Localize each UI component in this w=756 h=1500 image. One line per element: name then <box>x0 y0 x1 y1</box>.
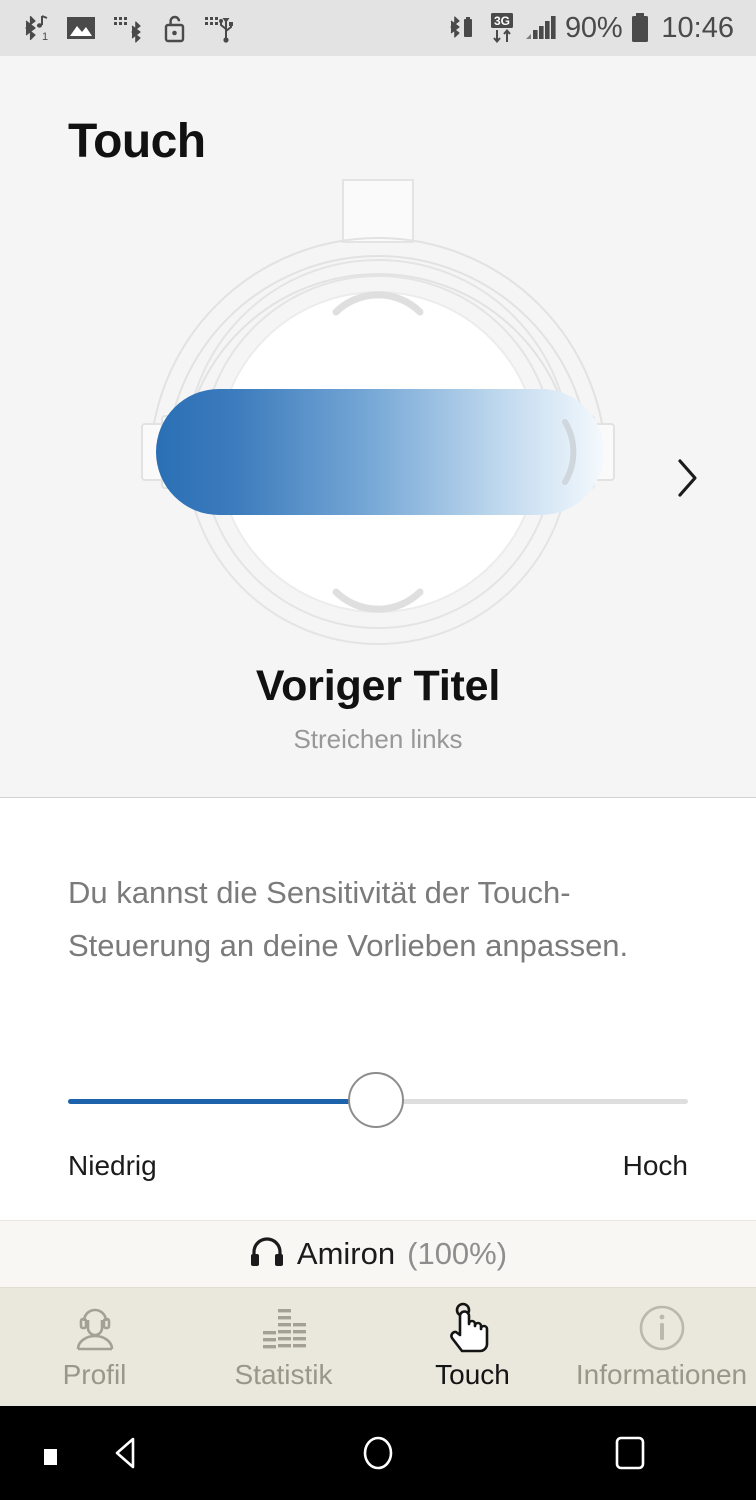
slider-track-fill <box>68 1099 378 1104</box>
tab-profil[interactable]: Profil <box>0 1288 189 1406</box>
bluetooth-battery-icon <box>448 12 480 44</box>
page-title: Touch <box>68 115 206 168</box>
circle-icon <box>363 1436 393 1470</box>
profile-headset-icon <box>68 1303 122 1353</box>
battery-icon <box>629 11 651 45</box>
battery-percent-label: 90% <box>564 11 623 44</box>
sensitivity-description: Du kannst die Sensitivität der Touch-Ste… <box>68 875 629 964</box>
device-name-label: Amiron <box>296 1236 396 1271</box>
slider-low-label: Niedrig <box>68 1150 157 1181</box>
tab-statistik[interactable]: Statistik <box>189 1288 378 1406</box>
connected-device-bar[interactable]: Amiron (100%) <box>0 1220 756 1288</box>
android-status-bar: 1 3G 90% 10:46 <box>0 0 756 56</box>
screenshot-image-icon <box>66 15 96 41</box>
tab-informationen[interactable]: Informationen <box>567 1288 756 1406</box>
status-bar-left-icons: 1 <box>22 13 236 43</box>
equalizer-bars-icon <box>257 1303 311 1353</box>
hand-tap-icon <box>446 1302 500 1353</box>
sensitivity-slider[interactable] <box>68 1072 688 1128</box>
headphones-icon <box>249 1236 285 1273</box>
signal-strength-icon <box>524 13 558 43</box>
clock-label: 10:46 <box>661 11 734 44</box>
recents-button[interactable] <box>504 1406 756 1500</box>
back-button[interactable] <box>0 1406 252 1500</box>
triangle-left-icon <box>115 1437 135 1469</box>
bluetooth-audio-icon: 1 <box>22 13 50 43</box>
device-battery-label: (100%) <box>407 1236 508 1271</box>
sensitivity-settings-section: Du kannst die Sensitivität der Touch-Ste… <box>0 798 756 1220</box>
gesture-hero-section: Touch Voriger Titel Streichen links <box>0 56 756 798</box>
gesture-subtitle: Streichen links <box>293 724 463 754</box>
slider-high-label: Hoch <box>622 1150 688 1181</box>
mobile-data-3g-icon: 3G <box>487 11 517 45</box>
bluetooth-transfer-icon <box>112 13 146 43</box>
bottom-tab-bar: Profil Statistik Touch Informationen <box>0 1288 756 1406</box>
chevron-right-icon <box>678 459 697 497</box>
tab-touch[interactable]: Touch <box>378 1288 567 1406</box>
tab-label-touch: Touch <box>435 1359 510 1390</box>
unlock-icon <box>162 13 188 43</box>
next-gesture-button[interactable] <box>666 456 710 500</box>
android-navigation-bar <box>0 1406 756 1500</box>
tab-label-profil: Profil <box>62 1359 127 1390</box>
home-button[interactable] <box>252 1406 504 1500</box>
status-bar-right-icons: 3G 90% 10:46 <box>448 11 734 45</box>
square-icon <box>615 1436 645 1470</box>
info-circle-icon <box>635 1303 689 1353</box>
tab-label-statistik: Statistik <box>234 1359 333 1390</box>
gesture-title: Voriger Titel <box>255 662 501 710</box>
phone-screen: 1 3G 90% 10:46 Touch Voriger Titel Strei… <box>0 0 756 1500</box>
svg-text:1: 1 <box>42 31 48 43</box>
headphone-earcup-swipe-left-illustration <box>128 176 628 656</box>
usb-icon <box>204 13 236 43</box>
nav-indicator-dot <box>44 1449 57 1465</box>
svg-text:3G: 3G <box>494 14 510 28</box>
slider-thumb[interactable] <box>348 1072 404 1128</box>
tab-label-informationen: Informationen <box>575 1359 748 1390</box>
